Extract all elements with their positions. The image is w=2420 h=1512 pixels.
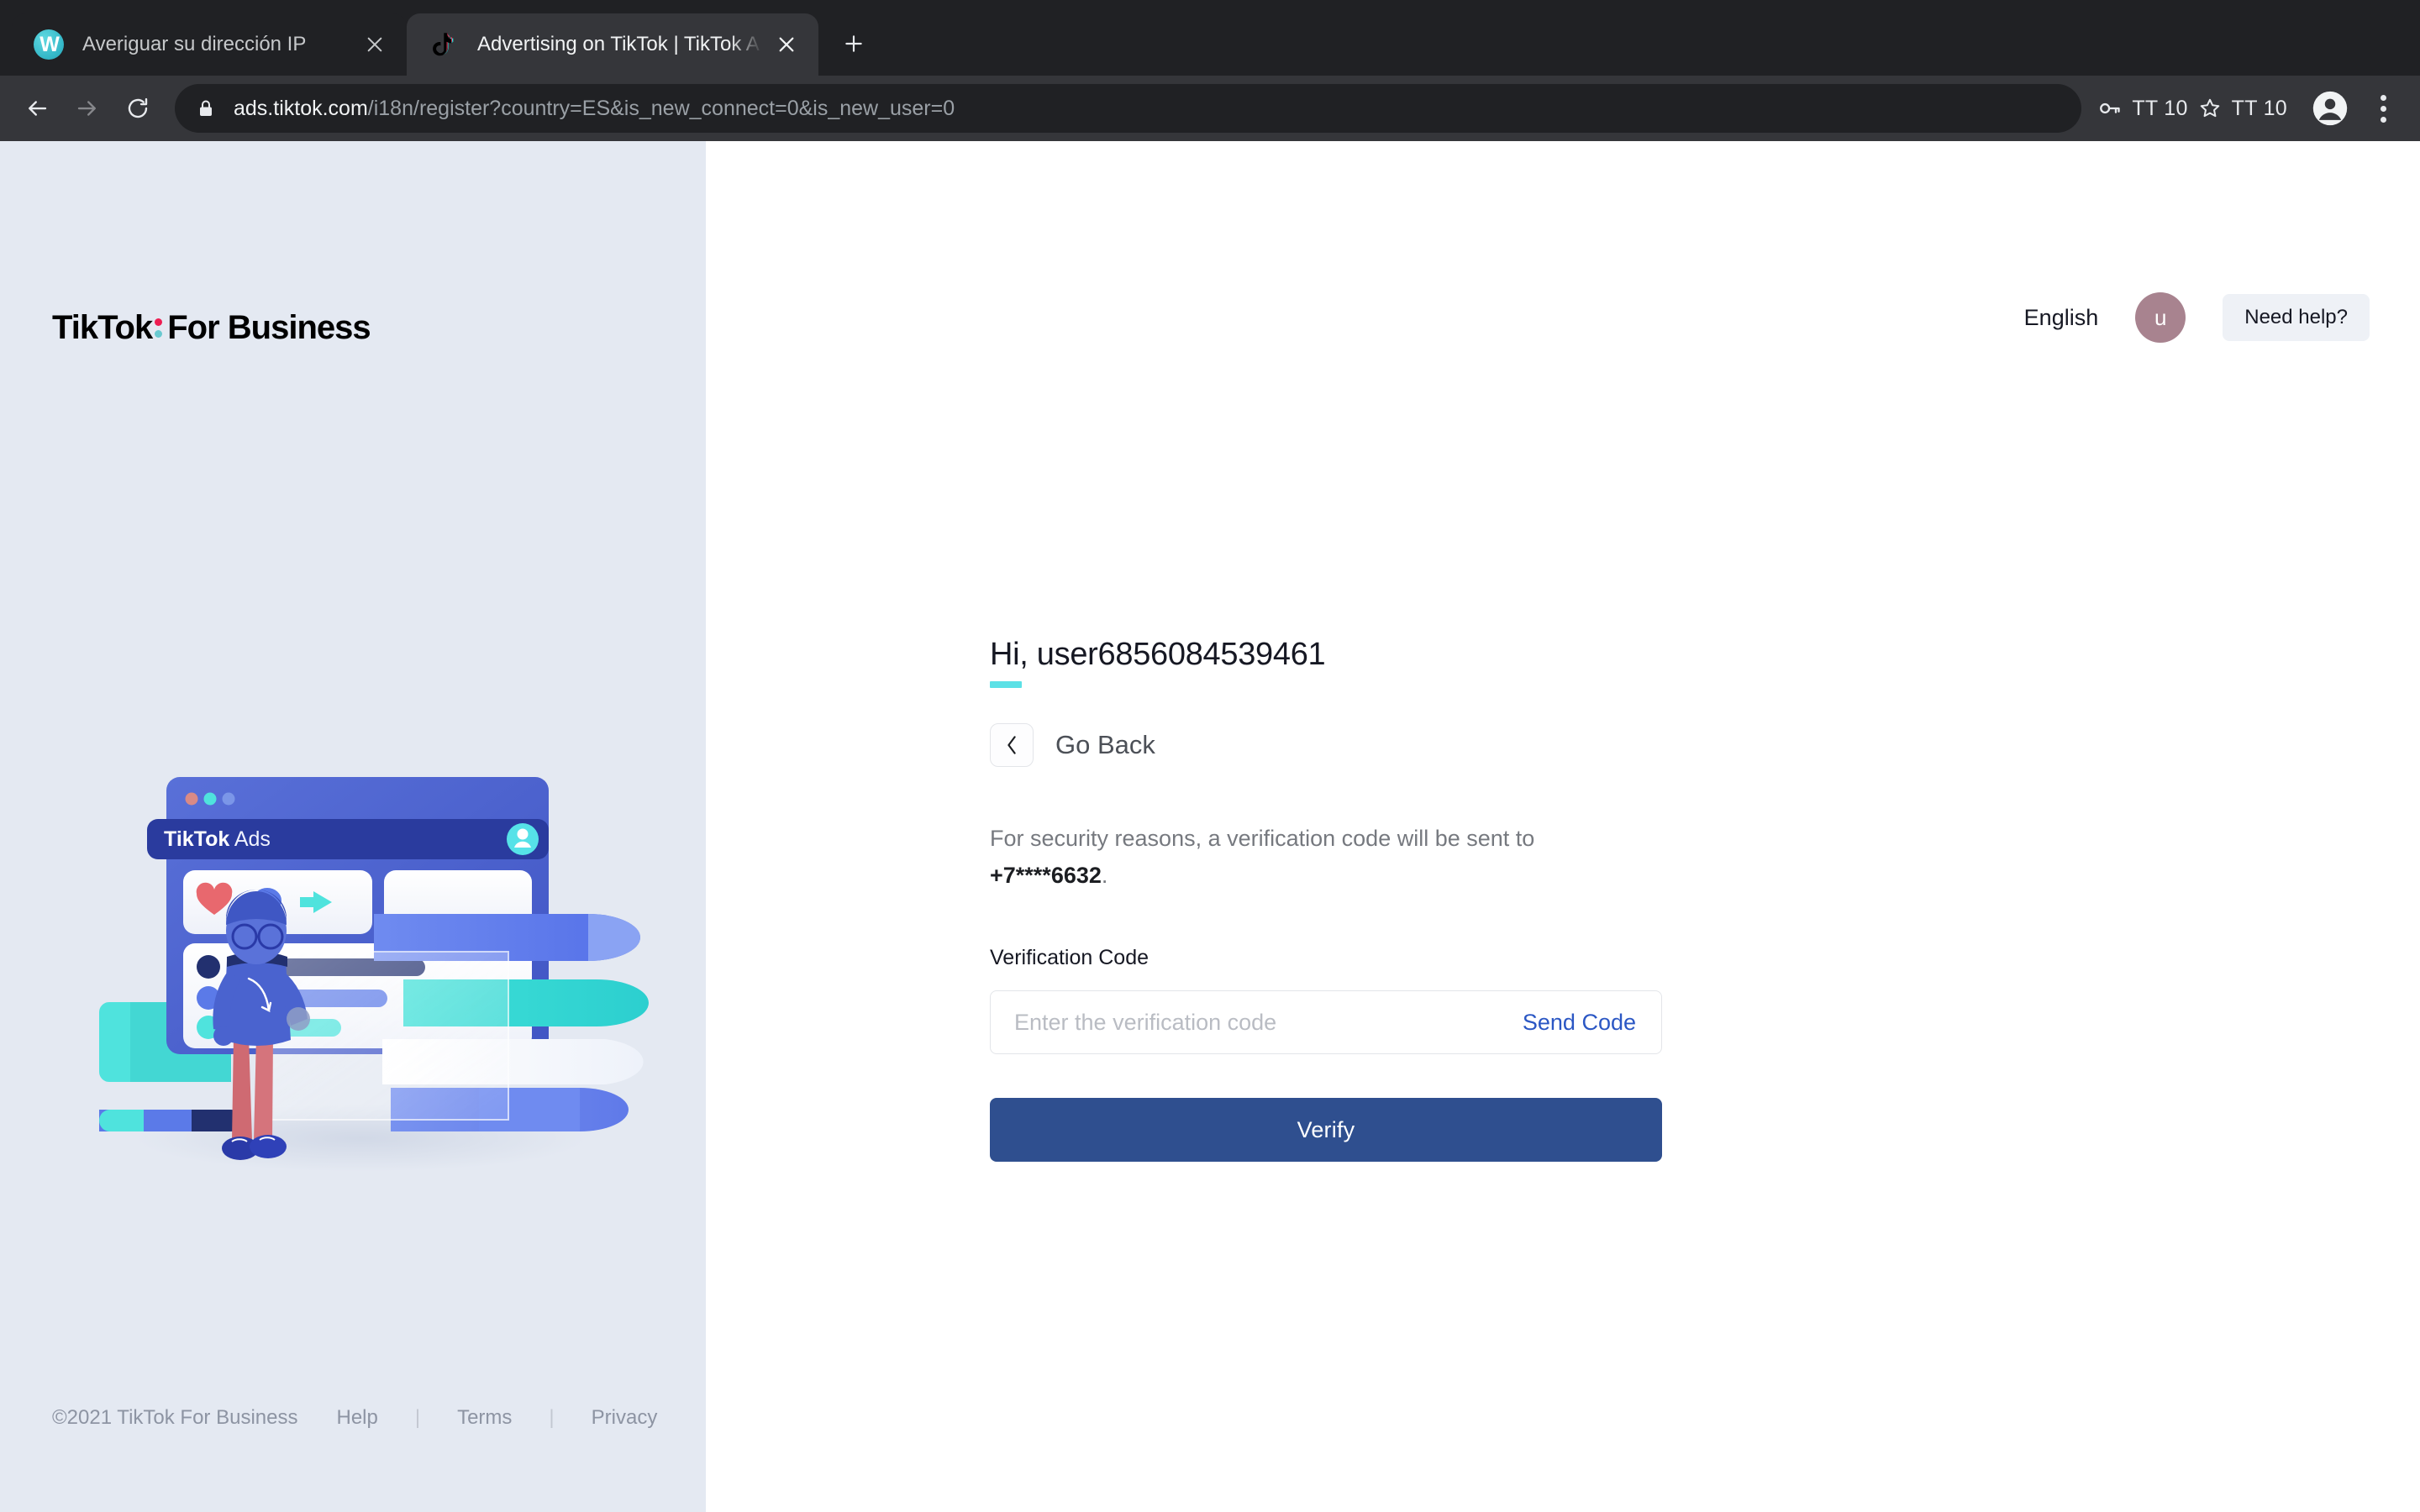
tiktok-ads-illustration: TikTok Ads [84,759,655,1195]
verify-button[interactable]: Verify [990,1098,1662,1163]
language-selector[interactable]: English [2024,305,2099,331]
tiktok-for-business-logo: TikTok For Business [52,309,371,347]
star-icon [2200,98,2219,118]
browser-window: W Averiguar su dirección IP Advertising … [0,0,2420,1512]
tab-title: Averiguar su dirección IP [82,33,307,55]
three-dot-menu-icon[interactable] [2361,82,2405,134]
key-icon [2100,102,2120,114]
footer-separator: | [414,1406,421,1429]
go-back-row[interactable]: Go Back [990,723,1662,767]
verification-code-input[interactable] [1014,1009,1523,1036]
need-help-button[interactable]: Need help? [2223,294,2370,341]
verification-code-field[interactable]: Send Code [990,990,1662,1055]
url-path: /i18n/register?country=ES&is_new_connect… [367,96,955,120]
send-code-button[interactable]: Send Code [1523,1010,1636,1036]
browser-toolbar: ads.tiktok.com/i18n/register?country=ES&… [0,76,2420,141]
security-text-part2: . [1101,862,1108,888]
forward-arrow-icon[interactable] [62,83,113,134]
page-content: TikTok For Business TikTok Ads ©2021 Tik… [0,141,2420,1512]
chevron-left-icon[interactable] [990,723,1034,767]
footer-separator: | [549,1406,555,1429]
page-header: English u Need help? [2024,292,2370,343]
close-icon[interactable] [770,28,803,61]
new-tab-button[interactable] [830,20,877,67]
title-accent-bar [990,681,1022,688]
bookmark-button[interactable]: TT 10 [2193,84,2292,133]
footer-link-privacy[interactable]: Privacy [592,1406,658,1430]
password-manager-button[interactable]: TT 10 [2093,84,2192,133]
url-text: ads.tiktok.com/i18n/register?country=ES&… [234,97,955,121]
masked-phone-number: +7****6632 [990,862,1102,888]
browser-tab-2[interactable]: Advertising on TikTok | TikTok A [407,13,818,76]
security-description: For security reasons, a verification cod… [990,821,1578,894]
sidebar-panel: TikTok For Business TikTok Ads ©2021 Tik… [0,141,706,1512]
sidebar-footer: ©2021 TikTok For Business Help | Terms |… [52,1406,657,1430]
main-panel: English u Need help? Hi, user68560845394… [706,141,2420,1512]
tiktok-note-icon [429,29,459,60]
svg-text:TikTok Ads: TikTok Ads [164,827,271,851]
reload-icon[interactable] [113,83,163,134]
password-manager-label: TT 10 [2132,96,2188,120]
lock-icon [195,97,217,119]
security-text-part1: For security reasons, a verification cod… [990,826,1535,851]
tab-strip: W Averiguar su dirección IP Advertising … [0,0,2420,76]
footer-link-help[interactable]: Help [336,1406,377,1430]
logo-tiktok-text: TikTok [52,309,153,346]
back-arrow-icon[interactable] [12,83,62,134]
account-circle-icon[interactable] [2304,82,2356,134]
w-globe-icon: W [34,29,64,60]
logo-dots-icon [155,318,163,338]
footer-link-terms[interactable]: Terms [457,1406,512,1430]
copyright-text: ©2021 TikTok For Business [52,1406,298,1429]
logo-forbusiness-text: For Business [167,309,371,346]
address-bar[interactable]: ads.tiktok.com/i18n/register?country=ES&… [175,84,2082,133]
browser-tab-1[interactable]: W Averiguar su dirección IP [12,13,407,76]
go-back-label: Go Back [1055,730,1155,759]
url-domain: ads.tiktok.com [234,96,368,120]
verification-code-label: Verification Code [990,946,1150,970]
close-icon[interactable] [358,28,392,61]
tab-title: Advertising on TikTok | TikTok A [477,33,760,55]
bookmark-label: TT 10 [2231,96,2287,120]
avatar[interactable]: u [2135,292,2186,343]
verification-form: Hi, user6856084539461 Go Back For securi… [990,637,1662,1163]
page-title: Hi, user6856084539461 [990,637,1326,672]
